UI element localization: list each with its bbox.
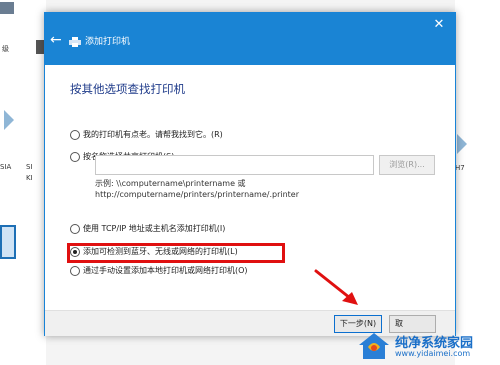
dialog-content: 按其他选项查找打印机 我的打印机有点老。请帮我找到它。(R) 按名称选择共享打印… bbox=[45, 65, 455, 310]
radio-button[interactable] bbox=[70, 224, 80, 234]
option-label: 我的打印机有点老。请帮我找到它。(R) bbox=[83, 130, 223, 139]
option-manual-local[interactable]: 通过手动设置添加本地打印机或网络打印机(O) bbox=[70, 265, 248, 277]
radio-button[interactable] bbox=[70, 266, 80, 276]
back-arrow-icon[interactable]: ← bbox=[50, 33, 64, 47]
watermark: 纯净系统家园 www.yidaimei.com bbox=[357, 330, 497, 362]
background-device-icon bbox=[4, 110, 14, 130]
background-label: KI bbox=[26, 174, 33, 182]
background-device-icon bbox=[0, 2, 14, 14]
background-right-panel: H7 bbox=[455, 0, 500, 365]
option-tcpip[interactable]: 使用 TCP/IP 地址或主机名添加打印机(I) bbox=[70, 223, 225, 235]
pointer-arrow-icon bbox=[314, 269, 358, 305]
watermark-url: www.yidaimei.com bbox=[395, 349, 471, 358]
background-label: H7 bbox=[455, 164, 465, 172]
radio-button[interactable] bbox=[70, 152, 80, 162]
dialog-titlebar: ✕ ← 添加打印机 bbox=[45, 13, 455, 65]
background-device-icon bbox=[457, 134, 467, 154]
option-bluetooth-wireless-network[interactable]: 添加可检测到蓝牙、无线或网络的打印机(L) bbox=[70, 246, 238, 258]
example-line: 示例: \\computername\printername 或 bbox=[95, 179, 246, 188]
radio-button-selected[interactable] bbox=[70, 247, 80, 257]
radio-button[interactable] bbox=[70, 130, 80, 140]
option-label: 添加可检测到蓝牙、无线或网络的打印机(L) bbox=[83, 247, 238, 256]
dialog-title: 添加打印机 bbox=[85, 37, 131, 47]
background-left-panel: 级 SIA SI KI bbox=[0, 0, 46, 365]
example-text: 示例: \\computername\printername 或 http://… bbox=[95, 178, 299, 200]
option-label: 使用 TCP/IP 地址或主机名添加打印机(I) bbox=[83, 224, 226, 233]
background-device-icon bbox=[0, 225, 16, 259]
add-printer-dialog: ✕ ← 添加打印机 按其他选项查找打印机 我的打印机有点老。请帮我找到它。(R)… bbox=[44, 12, 456, 336]
option-label: 通过手动设置添加本地打印机或网络打印机(O) bbox=[83, 266, 248, 275]
shared-printer-name-input[interactable] bbox=[95, 155, 374, 175]
printer-icon bbox=[69, 37, 81, 47]
option-old-printer[interactable]: 我的打印机有点老。请帮我找到它。(R) bbox=[70, 129, 223, 141]
background-label: SIA bbox=[0, 163, 12, 171]
example-line: http://computername/printers/printername… bbox=[95, 190, 300, 199]
background-label: SI bbox=[26, 163, 33, 171]
page-heading: 按其他选项查找打印机 bbox=[70, 82, 185, 96]
close-icon[interactable]: ✕ bbox=[431, 17, 447, 33]
watermark-logo-icon bbox=[359, 333, 389, 359]
background-window-strip bbox=[36, 40, 44, 54]
background-label: 级 bbox=[2, 45, 9, 53]
browse-button[interactable]: 浏览(R)... bbox=[379, 155, 435, 175]
